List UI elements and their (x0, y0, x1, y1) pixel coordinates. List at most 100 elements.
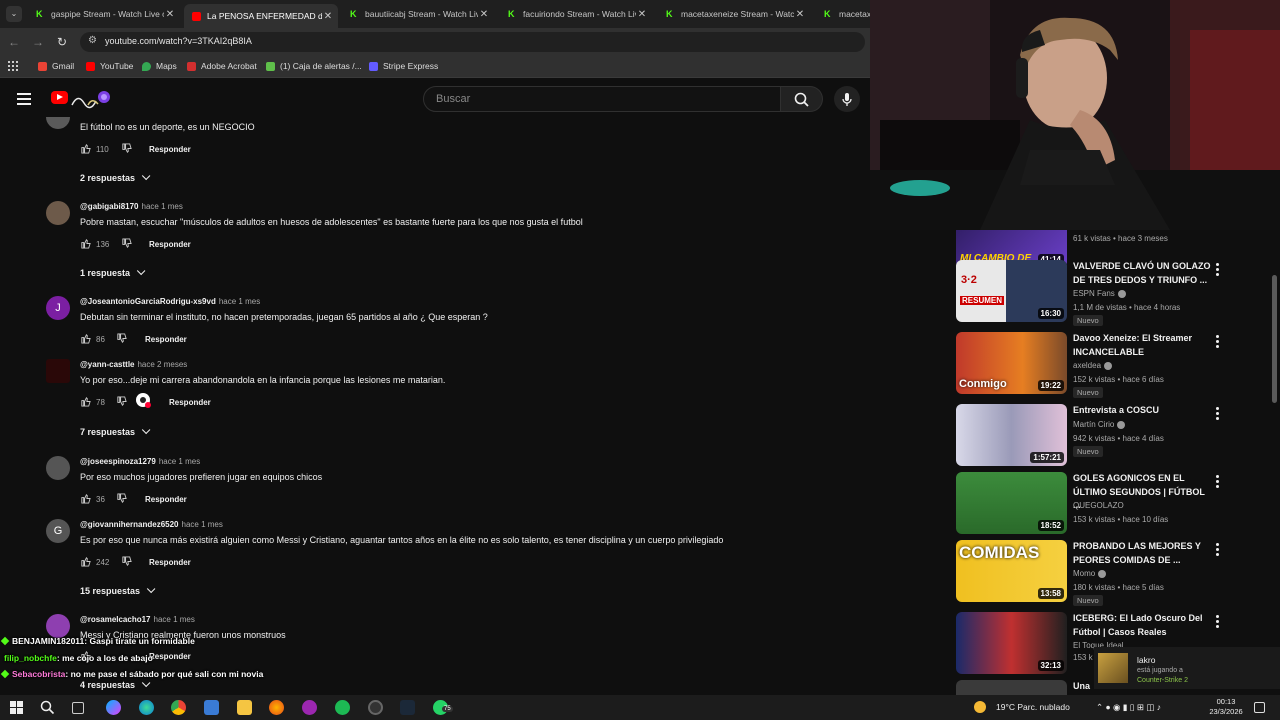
comment-author[interactable]: @rosamelcacho17 (80, 615, 151, 624)
dislike-icon[interactable] (121, 238, 132, 249)
video-more-icon[interactable] (1216, 615, 1220, 630)
reply-button[interactable]: Responder (145, 335, 187, 344)
reply-button[interactable]: Responder (149, 652, 191, 661)
video-title[interactable]: Entrevista a COSCU (1073, 404, 1213, 418)
tab-gaspipe[interactable]: K gaspipe Stream - Watch Live on Kick ✕ (28, 4, 180, 24)
video-more-icon[interactable] (1216, 407, 1220, 422)
windows-start-icon[interactable] (9, 700, 24, 715)
like-icon[interactable] (80, 493, 91, 504)
comment-time[interactable]: hace 1 mes (219, 297, 260, 306)
avatar[interactable] (46, 201, 70, 225)
comment-time[interactable]: hace 2 meses (137, 360, 187, 369)
close-tab-icon[interactable]: ✕ (322, 11, 334, 22)
weather-icon[interactable] (974, 701, 986, 713)
reply-button[interactable]: Responder (169, 398, 211, 407)
comment-author[interactable]: @JoseantonioGarciaRodrigu-xs9vd (80, 297, 216, 306)
bookmark-maps[interactable]: Maps (142, 61, 177, 71)
view-replies-button[interactable]: 1 respuesta (80, 266, 146, 278)
task-view-icon[interactable] (72, 702, 84, 714)
bookmark-stripe-express[interactable]: Stripe Express (369, 61, 438, 71)
store-icon[interactable] (204, 700, 219, 715)
comment-author[interactable]: @gabigabi8170 (80, 202, 139, 211)
bookmark-adobe-acrobat[interactable]: Adobe Acrobat (187, 61, 257, 71)
bookmark-gmail[interactable]: Gmail (38, 61, 74, 71)
channel-name[interactable]: ESPN Fans (1073, 289, 1115, 298)
comment-author[interactable]: @joseespinoza1279 (80, 457, 156, 466)
tab-bauutiicabj[interactable]: K bauutiicabj Stream - Watch Live on Kic… (342, 4, 494, 24)
related-video[interactable]: Conmigo 19:22 Davoo Xeneize: El Streamer… (870, 332, 1280, 398)
notifications-icon[interactable] (1254, 702, 1265, 713)
video-title[interactable]: PROBANDO LAS MEJORES Y PEORES COMIDAS DE… (1073, 540, 1213, 567)
view-replies-button[interactable]: 4 respuestas (80, 678, 151, 690)
like-icon[interactable] (80, 238, 91, 249)
like-icon[interactable] (80, 143, 91, 154)
video-thumbnail[interactable]: COMIDAS 13:58 (956, 540, 1067, 602)
channel-name[interactable]: QUEGOLAZO (1073, 501, 1124, 510)
avatar[interactable] (46, 117, 70, 129)
comment-time[interactable]: hace 1 mes (182, 520, 223, 529)
search-icon[interactable] (40, 700, 55, 715)
weather-text[interactable]: 19°C Parc. nublado (996, 702, 1070, 712)
channel-name[interactable]: Momo (1073, 569, 1095, 578)
bookmark-youtube[interactable]: YouTube (86, 61, 133, 71)
related-video[interactable]: COMIDAS 13:58 PROBANDO LAS MEJORES Y PEO… (870, 540, 1280, 606)
reply-button[interactable]: Responder (149, 240, 191, 249)
address-bar[interactable]: ⚙ youtube.com/watch?v=3TKAI2qB8IA (80, 32, 865, 52)
video-title[interactable]: VALVERDE CLAVÓ UN GOLAZO DE TRES DEDOS Y… (1073, 260, 1213, 287)
channel-name[interactable]: Martín Cirio (1073, 420, 1114, 429)
menu-icon[interactable] (17, 93, 31, 108)
avatar[interactable]: G (46, 519, 70, 543)
dislike-icon[interactable] (116, 493, 127, 504)
tab-facuiriondo[interactable]: K facuiriondo Stream - Watch Live on Kic… (500, 4, 652, 24)
bookmark-alertas[interactable]: (1) Caja de alertas /... (266, 61, 362, 71)
app-icon[interactable] (302, 700, 317, 715)
tab-youtube-active[interactable]: La PENOSA ENFERMEDAD de los futbolistas … (184, 4, 338, 28)
video-title[interactable]: Davoo Xeneize: El Streamer INCANCELABLE (1073, 332, 1213, 359)
like-icon[interactable] (80, 556, 91, 567)
video-thumbnail[interactable]: 3·2 RESUMEN 16:30 (956, 260, 1067, 322)
tray-icons[interactable]: ⌃ ● ◉ ▮ ▯ ⊞ ◫ ♪ (1096, 702, 1161, 713)
chrome-icon[interactable] (171, 700, 186, 715)
dislike-icon[interactable] (116, 333, 127, 344)
video-more-icon[interactable] (1216, 335, 1220, 350)
search-box[interactable] (423, 86, 781, 112)
file-explorer-icon[interactable] (237, 700, 252, 715)
dislike-icon[interactable] (121, 143, 132, 154)
comment-time[interactable]: hace 1 mes (159, 457, 200, 466)
avatar[interactable] (46, 359, 70, 383)
close-tab-icon[interactable]: ✕ (478, 9, 490, 20)
comment-author[interactable]: @yann-casttle (80, 360, 134, 369)
reply-button[interactable]: Responder (145, 495, 187, 504)
firefox-icon[interactable] (269, 700, 284, 715)
view-replies-button[interactable]: 15 respuestas (80, 584, 156, 596)
channel-name[interactable]: axeldea (1073, 361, 1101, 370)
related-video[interactable]: 3·2 RESUMEN 16:30 VALVERDE CLAVÓ UN GOLA… (870, 260, 1280, 326)
comment-time[interactable]: hace 1 mes (142, 202, 183, 211)
close-tab-icon[interactable]: ✕ (636, 9, 648, 20)
like-icon[interactable] (80, 396, 91, 407)
whatsapp-icon[interactable]: 75 (433, 700, 453, 715)
copilot-icon[interactable] (106, 700, 121, 715)
steam-icon[interactable] (400, 700, 415, 715)
tab-search-button[interactable]: ⌄ (6, 6, 22, 22)
video-more-icon[interactable] (1216, 543, 1220, 558)
close-tab-icon[interactable]: ✕ (794, 9, 806, 20)
close-tab-icon[interactable]: ✕ (164, 9, 176, 20)
system-clock[interactable]: 00:13 23/3/2026 (1204, 697, 1248, 717)
video-thumbnail[interactable]: Conmigo 19:22 (956, 332, 1067, 394)
search-button[interactable] (781, 86, 823, 112)
video-more-icon[interactable] (1216, 475, 1220, 490)
youtube-doodle-logo[interactable] (70, 89, 112, 109)
site-info-icon[interactable]: ⚙ (88, 35, 97, 46)
reload-icon[interactable]: ↻ (54, 34, 70, 50)
comment-author[interactable]: @giovannihernandez6520 (80, 520, 179, 529)
voice-search-button[interactable] (834, 86, 860, 112)
friend-activity-toast[interactable]: lakro está jugando a Counter-Strike 2 (1094, 647, 1280, 689)
youtube-logo[interactable] (51, 91, 68, 104)
avatar[interactable] (46, 614, 70, 638)
scrollbar-thumb[interactable] (1272, 275, 1277, 403)
tab-macetaxeneize[interactable]: K macetaxeneize Stream - Watch Live on K… (658, 4, 810, 24)
tab-macetax[interactable]: K macetax (816, 4, 870, 24)
video-thumbnail[interactable]: 1:57:21 (956, 404, 1067, 466)
related-video[interactable]: 1:57:21 Entrevista a COSCU Martín Cirio … (870, 404, 1280, 468)
